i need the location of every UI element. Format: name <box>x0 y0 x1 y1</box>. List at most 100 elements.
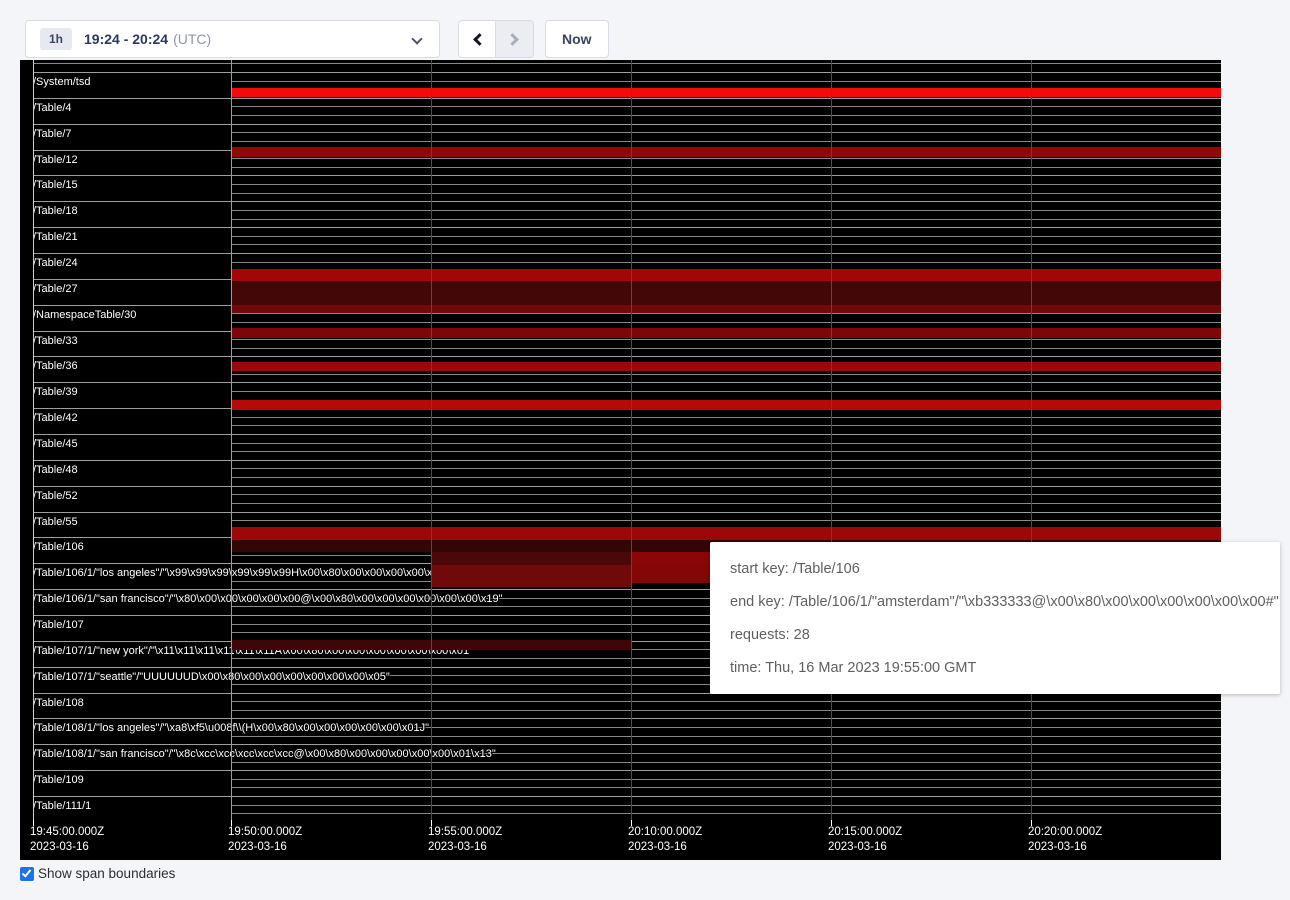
row-label: /Table/106 <box>33 541 84 554</box>
row-label: /Table/52 <box>33 490 78 503</box>
heatmap-hover-tooltip: start key: /Table/106 end key: /Table/10… <box>710 542 1280 694</box>
span-boundary-line <box>231 425 1221 426</box>
row-label: /Table/107/1/"seattle"/"UUUUUUD\x00\x80\… <box>33 671 390 684</box>
span-boundary-line <box>231 710 1221 711</box>
chevron-left-icon <box>473 33 486 46</box>
span-boundary-line <box>33 227 1221 228</box>
row-label: /Table/15 <box>33 179 78 192</box>
span-boundary-line <box>33 124 1221 125</box>
span-boundary-line <box>231 417 1221 418</box>
heat-band <box>431 552 631 565</box>
span-boundaries-row: Show span boundaries <box>20 866 175 881</box>
span-boundary-line <box>231 184 1221 185</box>
column-boundary-line <box>33 60 34 820</box>
axis-label: 20:15:00.000Z2023-03-16 <box>828 825 902 855</box>
checkmark-icon <box>22 867 32 877</box>
span-boundary-line <box>231 313 1221 314</box>
row-label: /Table/12 <box>33 154 78 167</box>
row-label: /Table/111/1 <box>33 800 91 813</box>
span-boundary-line <box>231 81 1221 82</box>
row-label: /Table/108/1/"san francisco"/"\x8c\xcc\x… <box>33 748 496 761</box>
span-boundary-line <box>231 468 1221 469</box>
span-boundary-line <box>33 434 1221 435</box>
span-boundary-line <box>231 132 1221 133</box>
now-button[interactable]: Now <box>545 20 609 58</box>
key-visualizer-canvas[interactable]: /System/tsd/Table/4/Table/7/Table/12/Tab… <box>20 60 1221 860</box>
heat-band <box>431 565 631 587</box>
row-label: /Table/107 <box>33 619 84 632</box>
row-label: /Table/39 <box>33 386 78 399</box>
next-time-button[interactable] <box>496 20 534 58</box>
span-boundary-line <box>33 718 1221 719</box>
span-boundary-line <box>231 339 1221 340</box>
span-boundary-line <box>231 451 1221 452</box>
axis-label: 19:55:00.000Z2023-03-16 <box>428 825 502 855</box>
time-nav-group <box>458 20 534 58</box>
span-boundary-line <box>231 348 1221 349</box>
heat-band <box>231 88 1221 97</box>
axis-label: 19:45:00.000Z2023-03-16 <box>30 825 104 855</box>
tooltip-end-key: end key: /Table/106/1/"amsterdam"/"\xb33… <box>730 594 1260 610</box>
span-boundary-line <box>231 219 1221 220</box>
axis-label: 20:20:00.000Z2023-03-16 <box>1028 825 1102 855</box>
span-boundary-line <box>33 486 1221 487</box>
span-boundary-line <box>231 787 1221 788</box>
span-boundary-line <box>231 106 1221 107</box>
toolbar: 1h 19:24 - 20:24 (UTC) Now <box>0 0 1290 60</box>
heat-band <box>231 527 1221 540</box>
span-boundary-line <box>231 805 1221 806</box>
row-label: /System/tsd <box>33 76 90 89</box>
span-boundary-line <box>231 193 1221 194</box>
row-label: /Table/106/1/"los angeles"/"\x99\x99\x99… <box>33 567 490 580</box>
chevron-right-icon <box>506 33 519 46</box>
row-label: /Table/45 <box>33 438 78 451</box>
row-label: /Table/7 <box>33 128 72 141</box>
column-boundary-line <box>831 60 832 820</box>
prev-time-button[interactable] <box>458 20 496 58</box>
axis-label: 19:50:00.000Z2023-03-16 <box>228 825 302 855</box>
span-boundary-line <box>231 701 1221 702</box>
span-boundary-line <box>231 494 1221 495</box>
span-boundary-line <box>231 236 1221 237</box>
column-boundary-line <box>231 60 232 820</box>
row-label: /Table/48 <box>33 464 78 477</box>
time-axis: 19:45:00.000Z2023-03-16 19:50:00.000Z2023… <box>20 820 1221 860</box>
row-label: /Table/24 <box>33 257 78 270</box>
tooltip-start-key: start key: /Table/106 <box>730 561 1260 577</box>
span-boundary-line <box>231 141 1221 142</box>
heat-band <box>231 328 1221 338</box>
span-boundary-line <box>231 813 1221 814</box>
span-boundary-line <box>33 512 1221 513</box>
heat-band <box>231 305 1221 313</box>
span-boundary-line <box>231 477 1221 478</box>
span-boundary-line <box>33 770 1221 771</box>
time-range-text: 19:24 - 20:24 <box>84 31 168 47</box>
span-boundary-line <box>231 503 1221 504</box>
span-boundary-line <box>231 443 1221 444</box>
span-boundary-line <box>231 322 1221 323</box>
heat-band <box>231 269 1221 281</box>
span-boundary-line <box>33 98 1221 99</box>
show-span-boundaries-checkbox[interactable] <box>20 867 34 881</box>
show-span-boundaries-label[interactable]: Show span boundaries <box>38 866 175 881</box>
span-boundary-line <box>33 460 1221 461</box>
row-label: /Table/27 <box>33 283 78 296</box>
span-boundary-line <box>33 175 1221 176</box>
row-label: /Table/55 <box>33 516 78 529</box>
tooltip-time: time: Thu, 16 Mar 2023 19:55:00 GMT <box>730 660 1260 676</box>
span-boundary-line <box>231 167 1221 168</box>
span-boundary-line <box>33 253 1221 254</box>
span-boundary-line <box>33 356 1221 357</box>
span-boundary-line <box>33 72 1221 73</box>
axis-label: 20:10:00.000Z2023-03-16 <box>628 825 702 855</box>
row-label: /Table/18 <box>33 205 78 218</box>
span-boundary-line <box>231 158 1221 159</box>
time-range-dropdown[interactable]: 1h 19:24 - 20:24 (UTC) <box>25 20 440 58</box>
time-range-duration-badge: 1h <box>40 28 72 50</box>
span-boundary-line <box>231 520 1221 521</box>
tooltip-requests: requests: 28 <box>730 627 1260 643</box>
heat-band <box>231 281 1221 305</box>
heat-band <box>231 400 1221 410</box>
span-boundary-line <box>33 382 1221 383</box>
span-boundary-line <box>231 374 1221 375</box>
